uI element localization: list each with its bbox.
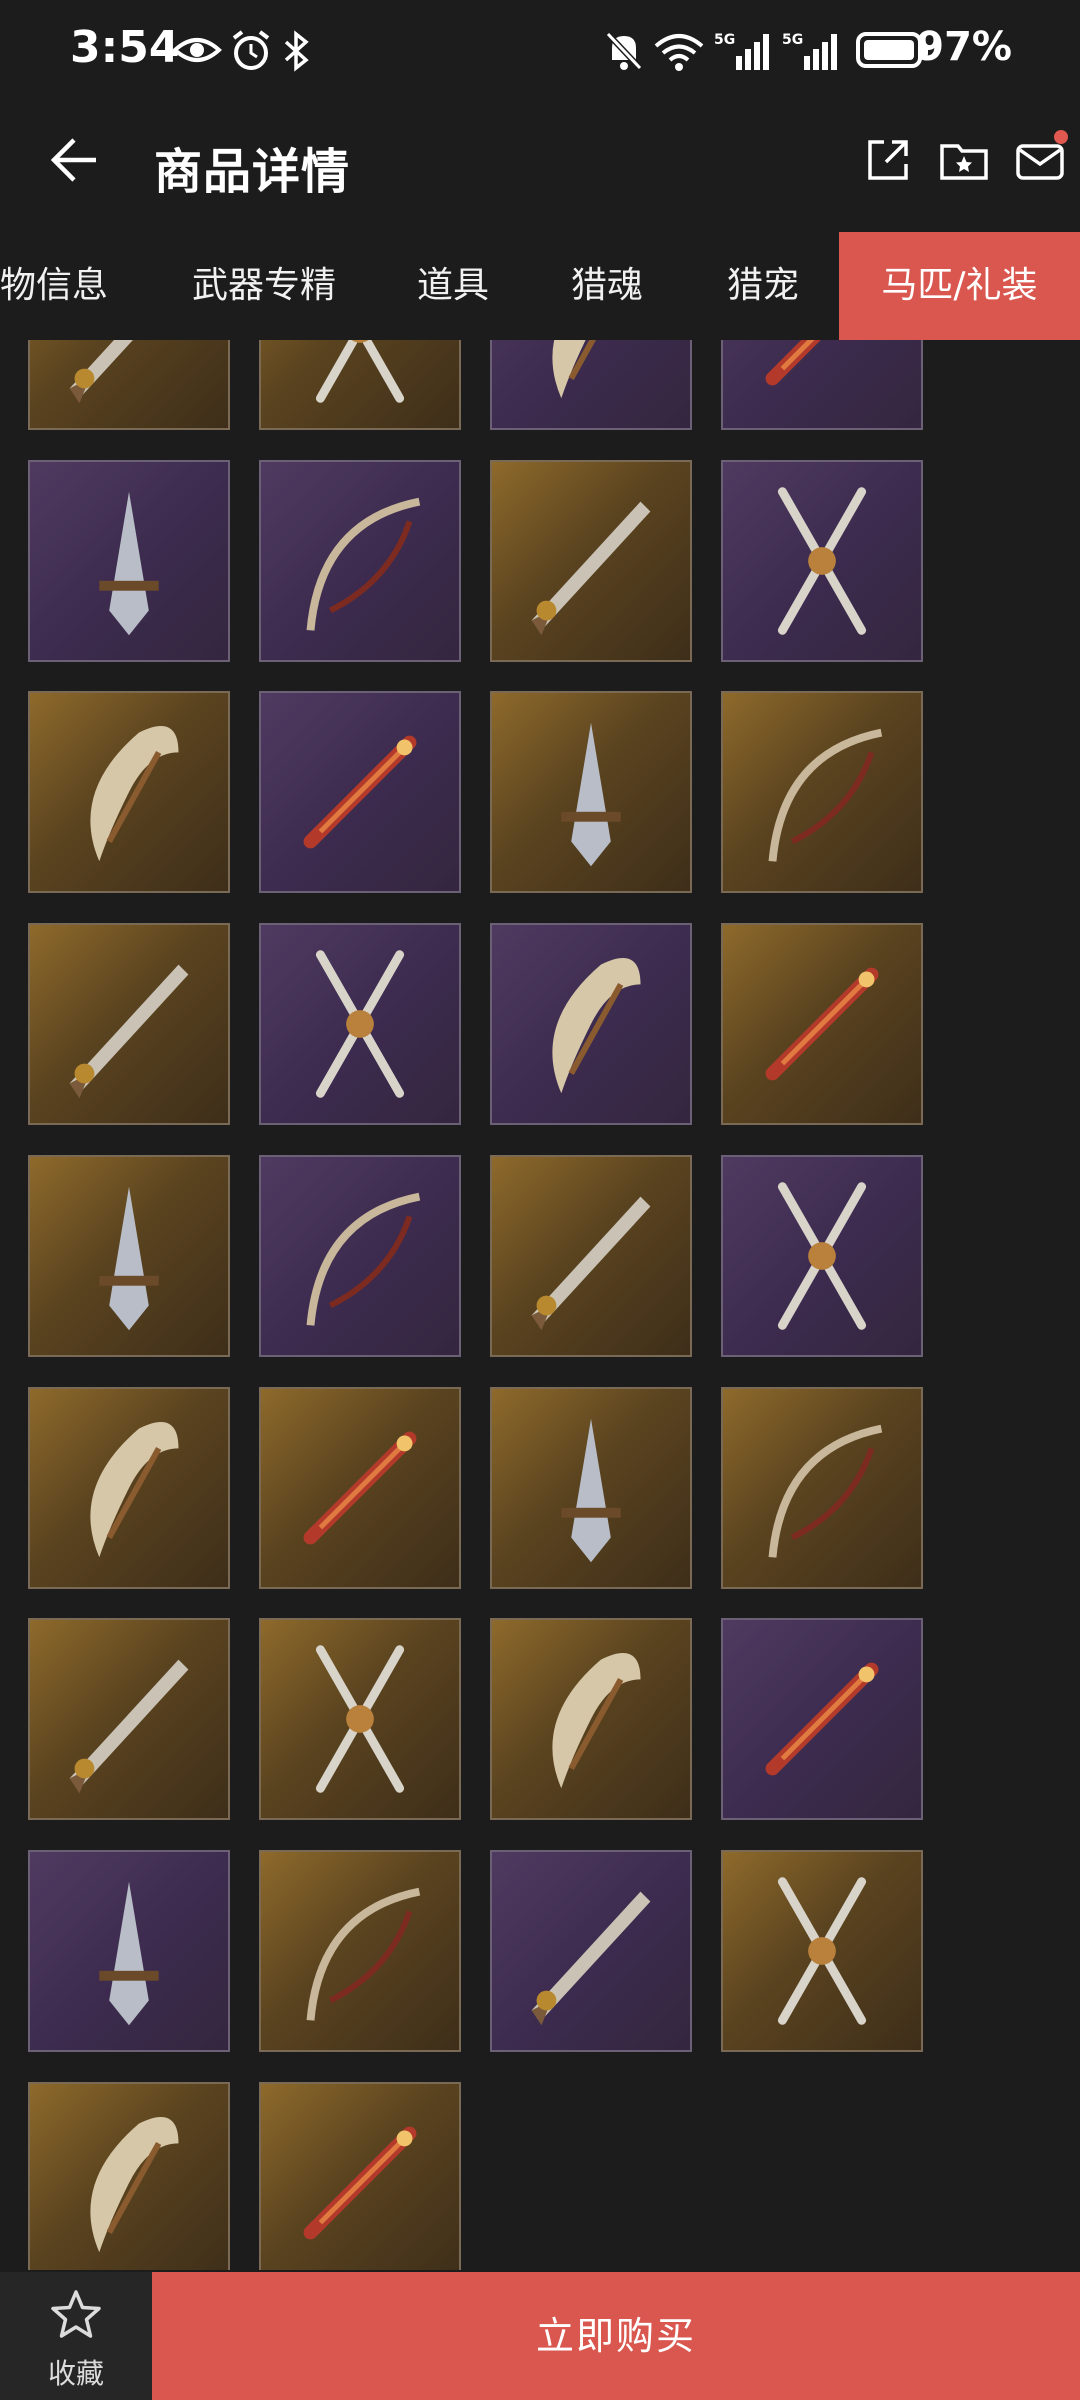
bluetooth-icon	[284, 30, 309, 72]
item-image	[306, 497, 421, 631]
item-tile[interactable]	[259, 1155, 461, 1357]
item-image	[315, 1645, 405, 1793]
item-tile[interactable]	[490, 340, 692, 430]
item-image	[552, 340, 596, 399]
signal-5g-icon: 5G	[782, 32, 837, 70]
status-time: 3:54	[70, 22, 180, 73]
item-image	[69, 1659, 189, 1794]
tab-items[interactable]: 道具	[417, 232, 489, 340]
item-tile[interactable]	[490, 1850, 692, 2052]
item-grid	[0, 340, 1080, 2270]
item-tile[interactable]	[721, 460, 923, 662]
item-image	[69, 964, 189, 1099]
item-image	[99, 1881, 159, 2026]
item-tile[interactable]	[490, 1618, 692, 1820]
item-image	[531, 1891, 651, 2026]
item-image	[306, 1887, 421, 2021]
item-tile[interactable]	[490, 460, 692, 662]
item-image	[552, 958, 641, 1094]
item-image	[315, 950, 405, 1098]
item-tile[interactable]	[259, 2082, 461, 2270]
tab-mount-costume[interactable]: 马匹/礼装	[839, 232, 1080, 340]
tab-hunting-soul[interactable]: 猎魂	[571, 232, 643, 340]
item-tile[interactable]	[28, 460, 230, 662]
notification-dot	[1054, 130, 1068, 144]
tab-character-info[interactable]: 物信息	[0, 232, 108, 340]
item-tile[interactable]	[259, 340, 461, 430]
item-tile[interactable]	[28, 691, 230, 893]
item-image	[777, 1877, 867, 2025]
favorite-button[interactable]: 收藏	[0, 2272, 152, 2400]
svg-text:5G: 5G	[782, 32, 803, 48]
battery-percent: 97%	[916, 24, 1012, 70]
item-image	[765, 340, 821, 386]
item-tile[interactable]	[490, 1387, 692, 1589]
item-image	[90, 1422, 179, 1558]
item-tile[interactable]	[28, 923, 230, 1125]
bottom-action-bar: 收藏 立即购买	[0, 2272, 1080, 2400]
item-tile[interactable]	[28, 340, 230, 430]
item-tile[interactable]	[28, 1618, 230, 1820]
mute-icon	[605, 31, 643, 71]
buy-now-button[interactable]: 立即购买	[152, 2272, 1080, 2400]
item-image	[303, 2126, 417, 2240]
item-tile[interactable]	[721, 1155, 923, 1357]
wifi-icon	[654, 34, 704, 71]
item-tile[interactable]	[721, 1618, 923, 1820]
star-icon	[51, 2290, 101, 2338]
item-image	[765, 967, 879, 1081]
item-image	[303, 735, 417, 849]
tab-hunting-pet[interactable]: 猎宠	[727, 232, 799, 340]
tab-bar: 物信息 武器专精 道具 猎魂 猎宠 马匹/礼装	[0, 232, 1080, 340]
folder-star-icon[interactable]	[938, 134, 990, 186]
item-image	[765, 1662, 879, 1776]
item-image	[90, 726, 179, 862]
item-tile[interactable]	[28, 1850, 230, 2052]
item-tile[interactable]	[721, 1387, 923, 1589]
item-image	[561, 722, 621, 867]
item-image	[531, 501, 651, 636]
page-title: 商品详情	[154, 144, 351, 200]
item-image	[99, 1186, 159, 1331]
item-tile[interactable]	[490, 1155, 692, 1357]
item-image	[531, 1196, 651, 1331]
back-arrow-icon[interactable]	[40, 128, 104, 192]
item-tile[interactable]	[490, 691, 692, 893]
item-tile[interactable]	[259, 691, 461, 893]
item-tile[interactable]	[721, 1850, 923, 2052]
item-image	[552, 1653, 641, 1789]
item-tile[interactable]	[721, 340, 923, 430]
item-image	[99, 491, 159, 636]
item-image	[306, 1192, 421, 1326]
item-tile[interactable]	[721, 923, 923, 1125]
item-image	[303, 1431, 417, 1545]
item-tile[interactable]	[490, 923, 692, 1125]
item-image	[768, 1424, 883, 1558]
item-tile[interactable]	[721, 691, 923, 893]
share-icon[interactable]	[862, 134, 914, 186]
item-tile[interactable]	[259, 1850, 461, 2052]
item-tile[interactable]	[28, 1387, 230, 1589]
item-tile[interactable]	[28, 2082, 230, 2270]
item-tile[interactable]	[259, 923, 461, 1125]
status-bar: 3:54 5G 5G 97%	[0, 0, 1080, 100]
item-image	[777, 1182, 867, 1330]
item-image	[777, 487, 867, 635]
item-tile[interactable]	[259, 1618, 461, 1820]
item-image	[90, 2117, 179, 2253]
item-tile[interactable]	[259, 1387, 461, 1589]
alarm-icon	[232, 30, 270, 70]
tab-weapon-mastery[interactable]: 武器专精	[192, 232, 336, 340]
svg-text:5G: 5G	[714, 32, 735, 48]
app-header: 商品详情	[0, 100, 1080, 230]
item-image	[69, 340, 133, 404]
signal-5g-icon: 5G	[714, 32, 769, 70]
item-image	[561, 1418, 621, 1563]
item-image	[768, 728, 883, 862]
favorite-label: 收藏	[47, 2357, 104, 2390]
item-tile[interactable]	[28, 1155, 230, 1357]
item-image	[315, 340, 405, 403]
eye-icon	[172, 38, 222, 62]
item-tile[interactable]	[259, 460, 461, 662]
